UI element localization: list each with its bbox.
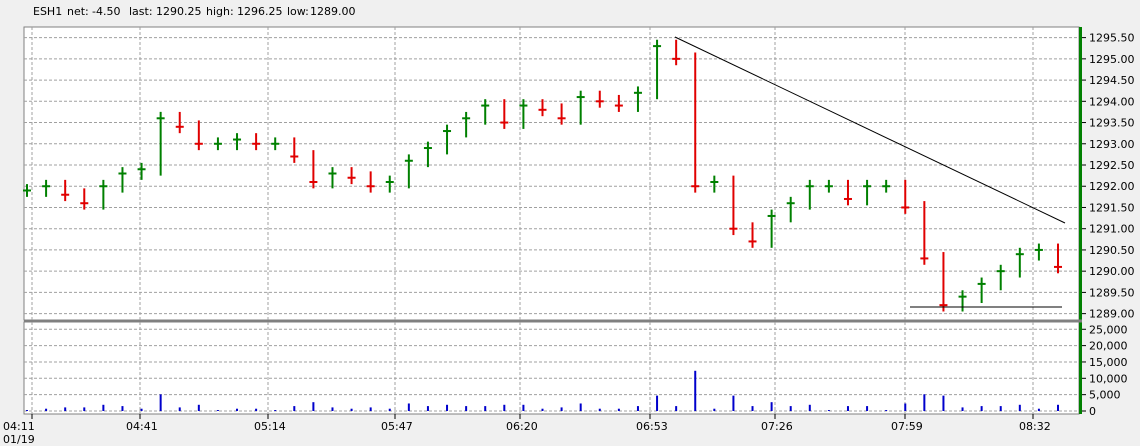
volume-bar: [236, 408, 239, 411]
volume-bar: [961, 407, 964, 411]
volume-bar: [579, 403, 582, 411]
volume-bar: [541, 408, 544, 411]
price-tick-label: 1289.00: [1089, 308, 1135, 321]
volume-bar: [83, 407, 86, 411]
volume-tick-label: 5,000: [1089, 389, 1121, 402]
volume-bar: [140, 408, 143, 411]
volume-bar: [694, 370, 697, 411]
price-tick-label: 1293.50: [1089, 117, 1135, 130]
volume-bar: [426, 406, 429, 411]
price-tick-label: 1292.50: [1089, 159, 1135, 172]
time-tick-label: 06:53: [636, 420, 668, 433]
volume-bar: [102, 404, 105, 411]
time-tick-label: 05:14: [254, 420, 286, 433]
volume-bar: [26, 410, 28, 411]
time-tick-label: 06:20: [506, 420, 538, 433]
volume-bar: [503, 404, 506, 411]
price-tick-label: 1290.50: [1089, 244, 1135, 257]
volume-bar: [675, 406, 678, 411]
price-tick-label: 1295.00: [1089, 53, 1135, 66]
volume-bar: [293, 406, 296, 411]
volume-bar: [331, 407, 334, 411]
time-tick-label: 04:11: [3, 420, 35, 433]
volume-bar: [1018, 404, 1021, 411]
time-tick-label: 04:41: [126, 420, 158, 433]
volume-bar: [560, 407, 563, 411]
price-volume-chart: 1289.00 1289.50 1290.00 1290.50 1291.00 1291.…: [3, 26, 1135, 446]
volume-bar: [159, 394, 162, 411]
volume-bar: [866, 406, 869, 411]
volume-bar: [808, 404, 811, 411]
volume-bar: [216, 410, 219, 411]
volume-bar: [923, 394, 926, 411]
volume-bar: [942, 395, 945, 411]
price-tick-label: 1291.50: [1089, 201, 1135, 214]
volume-bar: [885, 410, 888, 411]
volume-bar: [388, 408, 391, 411]
volume-bar: [980, 406, 983, 411]
volume-bar: [598, 408, 601, 411]
volume-bar: [407, 403, 410, 411]
volume-bar: [636, 406, 639, 411]
volume-bar: [789, 406, 792, 411]
price-tick-label: 1289.50: [1089, 286, 1135, 299]
volume-bar: [617, 408, 620, 411]
price-tick-label: 1293.00: [1089, 138, 1135, 151]
volume-bar: [999, 406, 1002, 411]
volume-bar: [45, 408, 48, 411]
time-tick-label: 07:26: [761, 420, 793, 433]
volume-tick-label: 15,000: [1089, 356, 1128, 369]
volume-bar: [178, 407, 181, 411]
volume-bar: [121, 406, 124, 411]
volume-bar: [369, 407, 372, 411]
volume-tick-label: 20,000: [1089, 340, 1128, 353]
price-tick-label: 1294.50: [1089, 74, 1135, 87]
volume-bar: [770, 402, 773, 411]
volume-bar: [312, 402, 315, 411]
price-tick-label: 1291.00: [1089, 223, 1135, 236]
volume-tick-label: 0: [1089, 405, 1096, 418]
price-tick-label: 1290.00: [1089, 265, 1135, 278]
volume-bar: [64, 407, 67, 411]
volume-bar: [656, 395, 659, 411]
volume-bar: [274, 410, 277, 411]
date-tick-label: 01/19: [3, 433, 35, 446]
volume-bar: [713, 408, 716, 411]
volume-bar: [197, 404, 200, 411]
volume-bar: [1037, 408, 1040, 411]
time-tick-label: 08:32: [1019, 420, 1051, 433]
volume-bar: [827, 410, 830, 411]
price-tick-label: 1292.00: [1089, 180, 1135, 193]
volume-bar: [522, 404, 525, 411]
volume-panel: [23, 321, 1080, 415]
volume-bar: [732, 395, 735, 411]
volume-bar: [255, 408, 258, 411]
volume-tick-label: 25,000: [1089, 323, 1128, 336]
volume-bar: [446, 404, 449, 411]
volume-bar: [484, 406, 487, 411]
volume-bar: [751, 406, 754, 411]
volume-bar: [904, 403, 907, 411]
price-tick-label: 1294.00: [1089, 95, 1135, 108]
volume-bar: [350, 408, 353, 411]
price-panel: [23, 26, 1080, 321]
volume-bar: [846, 406, 849, 411]
volume-tick-label: 10,000: [1089, 372, 1128, 385]
volume-bar: [1057, 404, 1059, 411]
time-tick-label: 05:47: [381, 420, 413, 433]
time-tick-label: 07:59: [891, 420, 923, 433]
price-tick-label: 1295.50: [1089, 32, 1135, 45]
price-axis-bar: [1079, 27, 1082, 414]
volume-bar: [465, 406, 468, 411]
